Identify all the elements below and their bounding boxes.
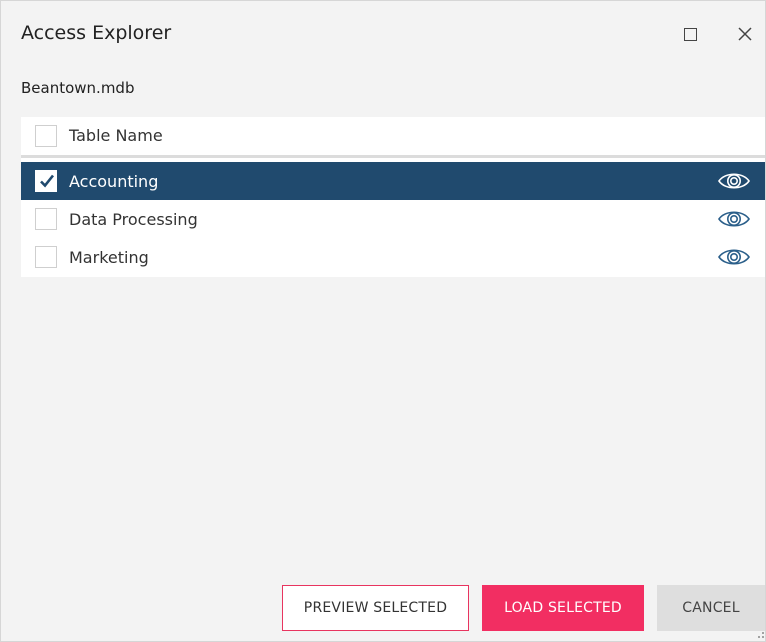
- cancel-button[interactable]: CANCEL: [657, 585, 765, 631]
- row-checkbox[interactable]: [35, 246, 57, 268]
- checkmark-icon: [40, 174, 55, 188]
- database-filename: Beantown.mdb: [21, 79, 135, 97]
- column-header-table-name: Table Name: [69, 126, 163, 145]
- table-list: Table Name Accounting Data Processing Ma…: [21, 117, 765, 277]
- row-label: Data Processing: [69, 210, 198, 229]
- dialog-title: Access Explorer: [21, 22, 172, 44]
- table-row-data-processing[interactable]: Data Processing: [21, 200, 765, 238]
- eye-icon[interactable]: [717, 170, 751, 192]
- access-explorer-dialog: Access Explorer Beantown.mdb Table Name …: [0, 0, 766, 642]
- maximize-icon: [683, 27, 697, 41]
- load-selected-button[interactable]: LOAD SELECTED: [482, 585, 644, 631]
- row-checkbox[interactable]: [35, 208, 57, 230]
- table-row-accounting[interactable]: Accounting: [21, 162, 765, 200]
- close-icon: [738, 27, 752, 41]
- row-checkbox[interactable]: [35, 170, 57, 192]
- close-button[interactable]: [732, 21, 758, 47]
- title-bar: Access Explorer: [1, 1, 765, 65]
- maximize-button[interactable]: [677, 21, 703, 47]
- table-header: Table Name: [21, 117, 765, 158]
- row-label: Accounting: [69, 172, 159, 191]
- resize-grip-icon[interactable]: [755, 629, 765, 639]
- eye-icon[interactable]: [717, 208, 751, 230]
- eye-icon[interactable]: [717, 246, 751, 268]
- row-label: Marketing: [69, 248, 149, 267]
- select-all-checkbox[interactable]: [35, 125, 57, 147]
- table-row-marketing[interactable]: Marketing: [21, 238, 765, 276]
- preview-selected-button[interactable]: PREVIEW SELECTED: [282, 585, 469, 631]
